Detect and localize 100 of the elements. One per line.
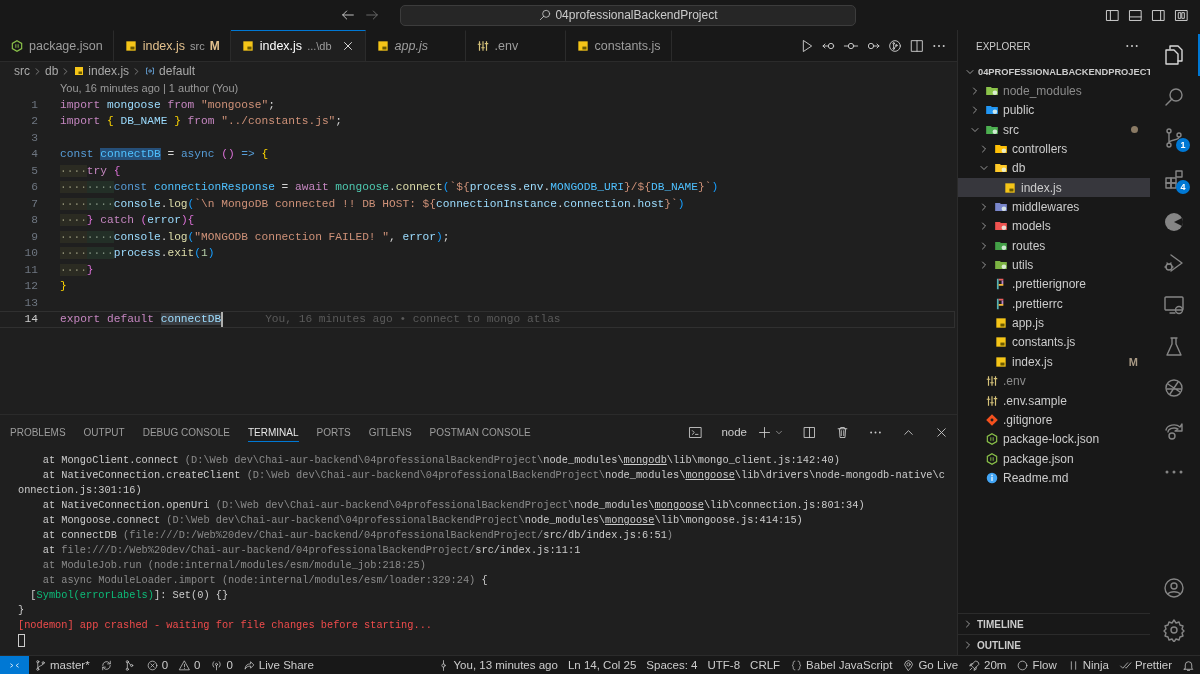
status-item[interactable]: Prettier (1134, 659, 1172, 671)
editor-tab[interactable]: .env (465, 30, 566, 61)
new-terminal-icon[interactable] (757, 424, 772, 440)
status-item[interactable]: UTF-8 (707, 659, 741, 671)
circle-icon[interactable] (1016, 658, 1030, 672)
code-line: ····try { (60, 163, 121, 179)
rocket-icon[interactable] (968, 658, 982, 672)
status-item[interactable]: Live Share (258, 659, 314, 671)
settings-icon[interactable] (1162, 618, 1186, 643)
code-line: ········process.exit(1) (60, 246, 215, 261)
status-item[interactable]: Flow (1032, 659, 1057, 671)
tree-item[interactable]: src (1003, 122, 1019, 137)
editor-tab[interactable]: index.js ...\db (230, 30, 366, 61)
extensions-icon[interactable] (1162, 167, 1186, 192)
panel-tab[interactable]: DEBUG CONSOLE (142, 422, 230, 442)
status-item[interactable]: master* (50, 659, 90, 671)
file-icon (240, 39, 255, 53)
search-icon (538, 8, 553, 22)
error-icon[interactable] (145, 658, 159, 672)
terminal-line: at MongoClient.connect (D:\Web dev\Chai-aur-backend\04professionalBackendProject\node_modules\mongodb\lib\mongo_client.js:142:40) (41, 453, 841, 468)
tree-item[interactable]: .env.sample (1003, 393, 1067, 408)
sliders-icon (475, 39, 490, 53)
breadcrumb[interactable]: db (45, 64, 59, 78)
command-center-search[interactable]: 04professionalBackendProject (400, 4, 856, 26)
terminal-selector[interactable]: node (721, 426, 747, 438)
status-item[interactable]: 0 (194, 659, 201, 671)
status-item[interactable]: Ln 14, Col 25 (567, 659, 637, 671)
project-root-item[interactable]: 04PROFESSIONALBACKENDPROJECT (978, 66, 1153, 77)
count-badge: 1 (1176, 138, 1190, 153)
location-pin-icon[interactable] (902, 658, 916, 672)
account-icon[interactable] (1162, 576, 1186, 601)
file-icon (985, 470, 999, 485)
line-number: 9 (30, 229, 38, 245)
status-item[interactable]: CRLF (750, 659, 781, 671)
braces-icon[interactable] (790, 658, 804, 672)
tree-item[interactable]: .gitignore (1003, 412, 1053, 427)
tree-item[interactable]: app.js (1012, 316, 1045, 331)
tree-item[interactable]: models (1012, 219, 1051, 234)
line-number: 11 (23, 262, 38, 278)
tree-item[interactable]: controllers (1012, 142, 1068, 157)
editor-tab[interactable]: index.js src M (113, 30, 231, 61)
tree-item[interactable]: .prettierignore (1012, 277, 1087, 292)
file-icon (575, 39, 590, 53)
split-editor-icon[interactable] (909, 37, 925, 54)
editor-tab[interactable]: constants.js (565, 30, 672, 61)
breadcrumb[interactable]: src (14, 64, 30, 78)
sidebar-title: EXPLORER (976, 40, 1031, 52)
status-item[interactable]: 20m (984, 659, 1007, 671)
tree-item[interactable]: package.json (1003, 451, 1074, 466)
status-item[interactable]: Go Live (918, 659, 959, 671)
status-item[interactable]: Babel JavaScript (806, 659, 893, 671)
tree-item[interactable]: db (1012, 161, 1026, 176)
tree-item[interactable]: Readme.md (1003, 470, 1069, 485)
panel-tab[interactable]: PROBLEMS (10, 422, 66, 442)
tree-item[interactable]: package-lock.json (1003, 432, 1100, 447)
code-line: ········console.log("MONGODB connection FAILED! ", error); (60, 229, 450, 245)
tree-item[interactable]: routes (1012, 238, 1046, 253)
status-item[interactable]: 0 (226, 659, 233, 671)
tree-item[interactable]: middlewares (1012, 200, 1080, 215)
sync-icon[interactable] (99, 658, 113, 672)
panel-tab[interactable]: GITLENS (368, 422, 412, 442)
tree-item[interactable]: .env (1003, 374, 1026, 389)
warning-icon[interactable] (178, 658, 192, 672)
section-header[interactable]: TIMELINE (977, 618, 1024, 630)
breadcrumb[interactable]: default (144, 64, 196, 78)
tree-item[interactable]: index.js (1021, 180, 1062, 195)
editor-tab[interactable]: app.js (365, 30, 466, 61)
share-icon[interactable] (242, 658, 256, 672)
back-icon[interactable] (340, 7, 356, 23)
breadcrumb[interactable]: index.js (73, 64, 130, 78)
panel-tab[interactable]: PORTS (316, 422, 351, 442)
split-terminal-icon[interactable] (802, 424, 817, 440)
tree-item[interactable]: utils (1012, 258, 1034, 273)
git-icon[interactable] (887, 37, 903, 54)
section-header[interactable]: OUTLINE (977, 639, 1021, 651)
panel-tab[interactable]: TERMINAL (247, 422, 299, 442)
panel-tab[interactable]: OUTPUT (83, 422, 125, 442)
bell-icon[interactable] (1182, 658, 1195, 672)
file-icon (985, 432, 999, 447)
tree-item[interactable]: public (1003, 103, 1035, 118)
editor-tab[interactable]: package.json (0, 30, 114, 61)
trash-icon[interactable] (835, 424, 850, 440)
blame-annotation[interactable]: You, 16 minutes ago | 1 author (You) (60, 80, 239, 97)
tree-item[interactable]: node_modules (1003, 84, 1082, 98)
status-item[interactable]: Ninja (1082, 659, 1109, 671)
status-item[interactable]: 0 (161, 659, 169, 671)
file-icon (994, 316, 1008, 331)
tree-item[interactable]: index.js (1012, 354, 1053, 369)
tree-item[interactable]: constants.js (1012, 335, 1076, 350)
panel-tab[interactable]: POSTMAN CONSOLE (429, 422, 531, 442)
line-number: 3 (30, 130, 38, 146)
tree-item[interactable]: .prettierrc (1012, 296, 1063, 311)
status-item[interactable]: Spaces: 4 (646, 659, 698, 671)
status-item[interactable]: You, 13 minutes ago (453, 659, 558, 671)
antenna-icon[interactable] (210, 658, 224, 672)
branch-icon[interactable] (34, 658, 47, 672)
code-line: ····} catch (error){ (60, 213, 195, 228)
line-number: 6 (30, 180, 38, 195)
explorer-icon[interactable] (1162, 42, 1186, 67)
terminal-line: at connectDB (file:///D:/Web%20dev/Chai-aur-backend/04professionalBackendProject/src/db/index.js:6:51) (41, 528, 674, 543)
